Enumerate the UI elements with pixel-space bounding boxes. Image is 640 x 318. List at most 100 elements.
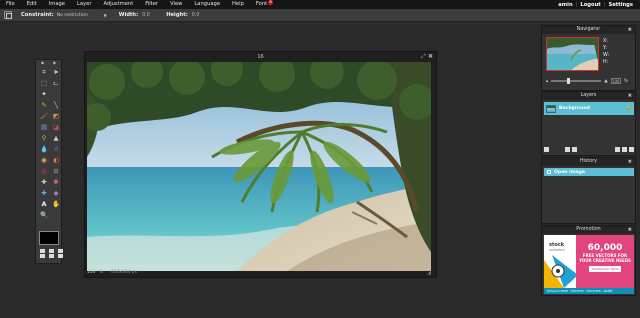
h-label: H: (603, 60, 609, 65)
wand-tool[interactable]: ✦ (38, 89, 50, 100)
new-layer-icon[interactable] (622, 147, 627, 152)
settings-link[interactable]: Settings (606, 2, 637, 8)
layers-panel: Layers ✖ Background 🔒 (541, 91, 636, 156)
bandage-icon: ✚ (41, 178, 47, 187)
pencil-tool[interactable]: ✎ (38, 100, 50, 111)
spot-heal-tool[interactable]: ✚ (38, 177, 50, 188)
document-titlebar[interactable]: 16 ⤢ ✖ (85, 52, 436, 62)
marquee-tool[interactable]: ⬚ (38, 78, 50, 89)
w-label: W: (603, 53, 610, 58)
finger-icon: ☝ (54, 145, 58, 154)
clone-tool[interactable]: ⚲ (38, 133, 50, 144)
lasso-tool[interactable]: ᓚ (50, 78, 62, 89)
lock-icon[interactable]: 🔒 (626, 106, 632, 111)
trash-icon[interactable] (629, 147, 634, 152)
replace-color-tool[interactable]: ◩ (50, 111, 62, 122)
shape-tool[interactable]: ◆ (50, 188, 62, 199)
width-input[interactable]: 0.0 (141, 11, 156, 19)
layer-style-icon[interactable] (544, 147, 549, 152)
collapse-icon[interactable]: ✖ (628, 26, 632, 34)
menu-layer[interactable]: Layer (71, 0, 97, 9)
gradient-icon: ▤ (40, 123, 48, 132)
crop-tool[interactable]: ⌗ (38, 67, 50, 78)
smudge-tool[interactable]: ☝ (50, 144, 62, 155)
view-button[interactable] (40, 249, 45, 253)
zoom-out-icon[interactable]: ▴ (546, 79, 548, 84)
collapse-icon[interactable]: ✖ (628, 226, 632, 234)
y-label: Y: (603, 46, 607, 51)
layer-row[interactable]: Background 🔒 (544, 102, 634, 115)
view-buttons (40, 249, 65, 258)
folder-icon[interactable] (615, 147, 620, 152)
menu-adjustment[interactable]: Adjustment (97, 0, 139, 9)
blur-tool[interactable]: 💧 (38, 144, 50, 155)
promo-cta-button[interactable]: DOWNLOAD NOW (588, 266, 622, 272)
promotion-header[interactable]: Promotion ✖ (542, 226, 635, 234)
color-picker-tool[interactable]: ✚ (38, 188, 50, 199)
sponge-tool[interactable]: ◉ (38, 155, 50, 166)
history-title: History (579, 159, 598, 164)
zoom-in-icon[interactable]: ▲ (604, 79, 607, 84)
navigator-zoom-row: ▴ ▲ 100 % (546, 77, 634, 85)
brush-tool[interactable]: 🖌 (38, 111, 50, 122)
move-tool[interactable]: ➤ (50, 67, 62, 78)
layer-mask-icon[interactable] (565, 147, 570, 152)
redeye-tool[interactable]: ◎ (38, 166, 50, 177)
gradient-tool[interactable]: ▤ (38, 122, 50, 133)
window-controls: ⤢ ✖ (421, 53, 433, 61)
view-button[interactable] (58, 254, 63, 258)
close-icon[interactable]: ✖ (428, 53, 433, 61)
brush-icon: 🖌 (39, 112, 49, 121)
type-tool[interactable]: A (38, 199, 50, 210)
promo-brand-sub: unlimited (549, 248, 565, 252)
fill-tool[interactable]: ◪ (50, 122, 62, 133)
menu-filter[interactable]: Filter (139, 0, 164, 9)
menu-language[interactable]: Language (188, 0, 226, 9)
constraint-select[interactable]: No restriction ▼ (57, 11, 109, 19)
zoom-tool[interactable]: 🔍 (38, 210, 50, 221)
menu-file[interactable]: File (0, 0, 21, 9)
username[interactable]: amin (555, 2, 575, 8)
zoom-slider-knob[interactable] (567, 78, 571, 84)
collapse-icon[interactable]: ✖ (628, 92, 632, 100)
eye-icon: ◎ (41, 167, 47, 176)
collapse-icon[interactable]: ✖ (628, 158, 632, 166)
height-input[interactable]: 0.0 (190, 11, 205, 19)
dodge-tool[interactable]: ◐ (50, 155, 62, 166)
x-label: X: (603, 39, 608, 44)
navigator-header[interactable]: Navigator ✖ (542, 26, 635, 34)
menu-font[interactable]: Font 9 (250, 0, 279, 9)
view-button[interactable] (49, 249, 54, 253)
view-button[interactable] (40, 254, 45, 258)
zoom-field[interactable]: 100 (87, 270, 99, 275)
view-button[interactable] (49, 254, 54, 258)
menu-help[interactable]: Help (226, 0, 250, 9)
menu-view[interactable]: View (164, 0, 188, 9)
layer-adjust-icon[interactable] (572, 147, 577, 152)
promotion-title: Promotion (576, 227, 601, 232)
history-header[interactable]: History ✖ (542, 158, 635, 166)
zoom-input[interactable]: 100 (610, 78, 621, 84)
promo-ad[interactable]: stock unlimited 60,000 FREE VECTORS FOR Y… (544, 235, 634, 294)
fullscreen-icon[interactable]: ⤢ (421, 53, 426, 61)
image-canvas[interactable] (87, 62, 431, 271)
logout-link[interactable]: Logout (577, 2, 603, 8)
line-tool[interactable]: ╲ (50, 100, 62, 111)
menu-image[interactable]: Image (43, 0, 71, 9)
image-dimensions: 600x384 px (111, 270, 138, 275)
view-button[interactable] (58, 249, 63, 253)
zoom-slider[interactable] (551, 78, 602, 84)
navigator-title: Navigator (576, 27, 601, 32)
hand-tool[interactable]: ✋ (50, 199, 62, 210)
resize-grip-icon[interactable]: ◢ (427, 270, 431, 276)
options-bar: Constraint: No restriction ▼ Width: 0.0 … (0, 9, 640, 22)
color-swatch[interactable] (39, 231, 59, 245)
bloat-tool[interactable]: ⊙ (50, 166, 62, 177)
menu-edit[interactable]: Edit (21, 0, 43, 9)
layers-header[interactable]: Layers ✖ (542, 92, 635, 100)
sharpen-tool[interactable]: ▲ (50, 133, 62, 144)
navigator-thumbnail[interactable] (546, 37, 599, 71)
history-item[interactable]: Open image (544, 168, 634, 176)
pencil-icon: ✎ (41, 101, 47, 110)
pinch-tool[interactable]: ✱ (50, 177, 62, 188)
